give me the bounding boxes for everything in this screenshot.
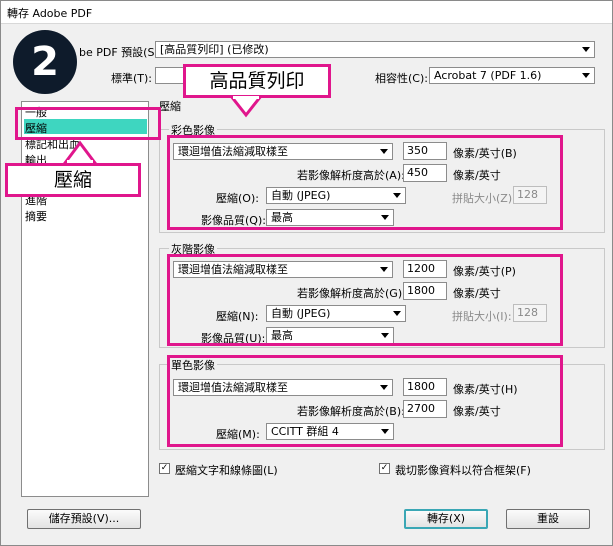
- preset-select[interactable]: [高品質列印] (已修改): [155, 41, 595, 58]
- compat-select[interactable]: Acrobat 7 (PDF 1.6): [429, 67, 595, 84]
- callout-left-pointer: [62, 140, 98, 164]
- callout-left: 壓縮: [5, 163, 141, 197]
- crop-images-label: 裁切影像資料以符合框架(F): [395, 464, 531, 477]
- export-button[interactable]: 轉存(X): [404, 509, 488, 529]
- step-number-badge: 2: [13, 30, 77, 94]
- crop-images-checkbox[interactable]: ✓: [379, 463, 390, 474]
- title-bar: 轉存 Adobe PDF: [1, 1, 612, 24]
- highlight-sidebar-box: [15, 107, 161, 140]
- preset-value: [高品質列印] (已修改): [160, 43, 269, 56]
- highlight-color-box: [167, 135, 563, 230]
- reset-button[interactable]: 重設: [506, 509, 590, 529]
- preset-label: be PDF 預設(S):: [79, 46, 163, 59]
- chevron-down-icon: [582, 47, 590, 52]
- section-title: 壓縮: [159, 100, 181, 113]
- export-pdf-dialog: 轉存 Adobe PDF be PDF 預設(S): [高品質列印] (已修改)…: [0, 0, 613, 546]
- highlight-gray-box: [167, 254, 563, 346]
- compat-value: Acrobat 7 (PDF 1.6): [434, 69, 542, 82]
- compat-label: 相容性(C):: [375, 72, 428, 85]
- save-preset-button[interactable]: 儲存預設(V)...: [27, 509, 141, 529]
- compress-text-label: 壓縮文字和線條圖(L): [175, 464, 278, 477]
- sidebar-item-summary[interactable]: 摘要: [25, 208, 47, 224]
- chevron-down-icon: [582, 73, 590, 78]
- callout-top-pointer: [229, 96, 263, 118]
- window-title: 轉存 Adobe PDF: [7, 7, 93, 20]
- callout-top: 高品質列印: [183, 64, 331, 98]
- compress-text-checkbox[interactable]: ✓: [159, 463, 170, 474]
- highlight-mono-box: [167, 355, 563, 447]
- standard-label: 標準(T):: [111, 72, 153, 85]
